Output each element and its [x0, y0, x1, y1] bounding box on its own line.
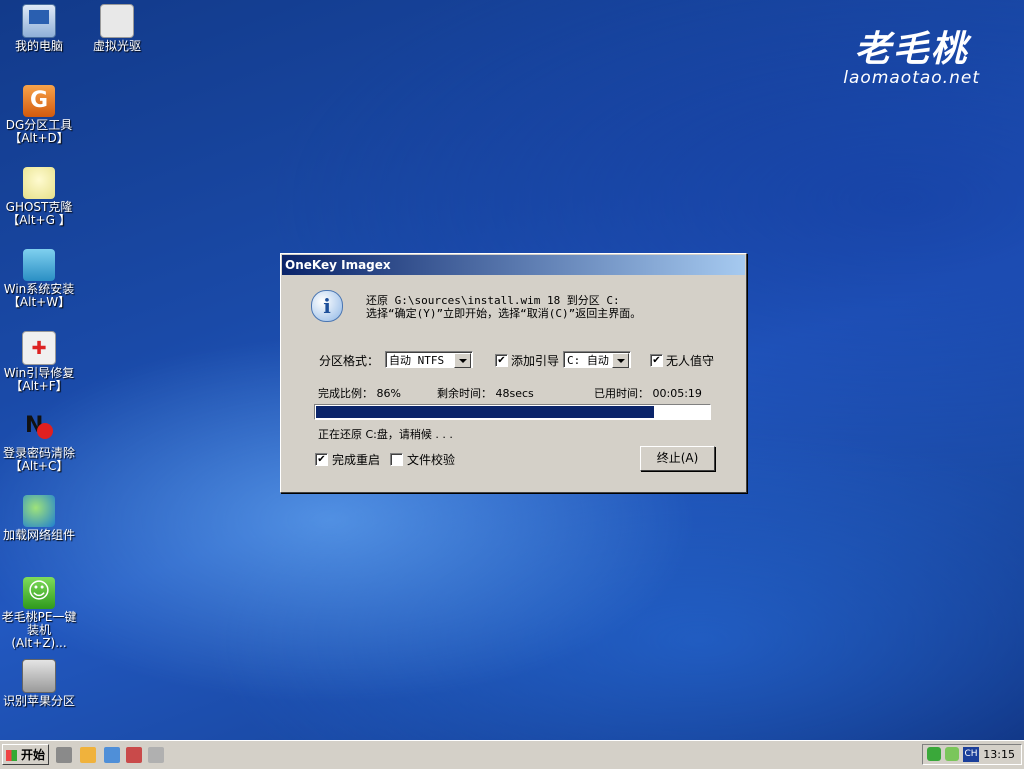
clock[interactable]: 13:15: [983, 745, 1015, 764]
desktop-icon-my-computer[interactable]: 我的电脑: [0, 4, 78, 53]
folder-search-icon[interactable]: [80, 747, 96, 763]
tools-icon[interactable]: [126, 747, 142, 763]
chevron-down-icon[interactable]: [612, 353, 629, 368]
brand-logo-url: laomaotao.net: [843, 68, 980, 88]
start-button[interactable]: 开始: [2, 744, 49, 765]
progress-bar-fill: [316, 406, 654, 418]
verify-checkbox[interactable]: [390, 453, 403, 466]
reboot-label: 完成重启: [332, 453, 381, 467]
taskbar: 开始 CH 13:15: [0, 740, 1024, 769]
partition-format-label: 分区格式：: [319, 354, 380, 368]
ghost-icon: [23, 167, 55, 199]
desktop-icon-onekey-install[interactable]: 老毛桃PE一键 装机(Alt+Z)...: [0, 577, 78, 650]
input-language-indicator[interactable]: CH: [963, 747, 979, 762]
eraser-icon[interactable]: [148, 747, 164, 763]
desktop-icon-apple-partition[interactable]: 识别苹果分区: [0, 659, 78, 708]
diskgenius-icon: [23, 85, 55, 117]
desktop-icon-network[interactable]: 加载网络组件: [0, 495, 78, 542]
reboot-checkbox[interactable]: ✔: [315, 453, 328, 466]
boot-target-value: C: 自动: [567, 354, 609, 367]
elapsed-time-label: 已用时间： 00:05:19: [594, 387, 702, 400]
screen-capture-icon[interactable]: [104, 747, 120, 763]
partition-format-value: 自动 NTFS: [389, 354, 445, 367]
unattended-label: 无人值守: [666, 354, 715, 368]
cd-drive-icon: [100, 4, 134, 38]
status-text: 正在还原 C:盘，请稍候 . . .: [318, 428, 453, 441]
desktop-icon-label: 加载网络组件: [2, 528, 75, 542]
desktop-icon-dg-partition[interactable]: DG分区工具 【Alt+D】: [0, 85, 78, 145]
onekey-imagex-dialog: OneKey Imagex i 还原 G:\sources\install.wi…: [280, 253, 747, 493]
laomaotao-icon: [23, 577, 55, 609]
brand-logo: 老毛桃 laomaotao.net: [843, 30, 980, 88]
desktop-icon-label: 我的电脑: [14, 39, 63, 53]
desktop-icon-label: 老毛桃PE一键 装机(Alt+Z)...: [1, 610, 77, 650]
desktop-icon-boot-repair[interactable]: Win引导修复 【Alt+F】: [0, 331, 78, 393]
boot-target-select[interactable]: C: 自动: [563, 351, 631, 368]
message-line-1: 还原 G:\sources\install.wim 18 到分区 C:: [366, 294, 620, 307]
abort-button[interactable]: 终止(A): [640, 446, 715, 471]
remaining-time-label: 剩余时间： 48secs: [437, 387, 534, 400]
desktop-icon-label: 识别苹果分区: [2, 694, 75, 708]
hard-disk-icon: [22, 659, 56, 693]
dialog-title-bar[interactable]: OneKey Imagex: [282, 255, 745, 275]
add-boot-checkbox[interactable]: ✔: [495, 354, 508, 367]
windows-logo-icon: [6, 750, 17, 761]
desktop-icon-label: DG分区工具 【Alt+D】: [5, 118, 73, 145]
message-line-2: 选择“确定(Y)”立即开始，选择“取消(C)”返回主界面。: [366, 307, 642, 320]
start-label: 开始: [21, 748, 46, 762]
system-tray: CH 13:15: [922, 744, 1022, 765]
chevron-down-icon[interactable]: [454, 353, 471, 368]
partition-format-select[interactable]: 自动 NTFS: [385, 351, 473, 368]
windows-install-icon: [23, 249, 55, 281]
tool-tray-icon[interactable]: [945, 747, 959, 761]
key-icon: [23, 413, 55, 445]
add-boot-label: 添加引导: [511, 354, 560, 368]
printer-icon[interactable]: [56, 747, 72, 763]
desktop-icon-label: 虚拟光驱: [92, 39, 141, 53]
computer-icon: [22, 4, 56, 38]
info-icon: i: [311, 290, 343, 322]
verify-label: 文件校验: [407, 453, 456, 467]
network-globe-icon: [23, 495, 55, 527]
progress-label: 完成比例： 86%: [318, 387, 401, 400]
desktop-icon-label: GHOST克隆 【Alt+G 】: [5, 200, 73, 227]
first-aid-icon: [22, 331, 56, 365]
network-tray-icon[interactable]: [927, 747, 941, 761]
dialog-message: 还原 G:\sources\install.wim 18 到分区 C: 选择“确…: [366, 294, 641, 320]
desktop-icon-label: Win系统安装 【Alt+W】: [3, 282, 75, 309]
desktop-icon-label: Win引导修复 【Alt+F】: [3, 366, 75, 393]
progress-bar: [314, 404, 711, 420]
desktop-icon-ghost[interactable]: GHOST克隆 【Alt+G 】: [0, 167, 78, 227]
unattended-checkbox[interactable]: ✔: [650, 354, 663, 367]
desktop-icon-virtual-cdrom[interactable]: 虚拟光驱: [78, 4, 156, 53]
desktop-icon-win-install[interactable]: Win系统安装 【Alt+W】: [0, 249, 78, 309]
desktop-icon-password-clear[interactable]: 登录密码清除 【Alt+C】: [0, 413, 78, 473]
desktop-icon-label: 登录密码清除 【Alt+C】: [2, 446, 75, 473]
brand-logo-cn: 老毛桃: [854, 28, 969, 70]
